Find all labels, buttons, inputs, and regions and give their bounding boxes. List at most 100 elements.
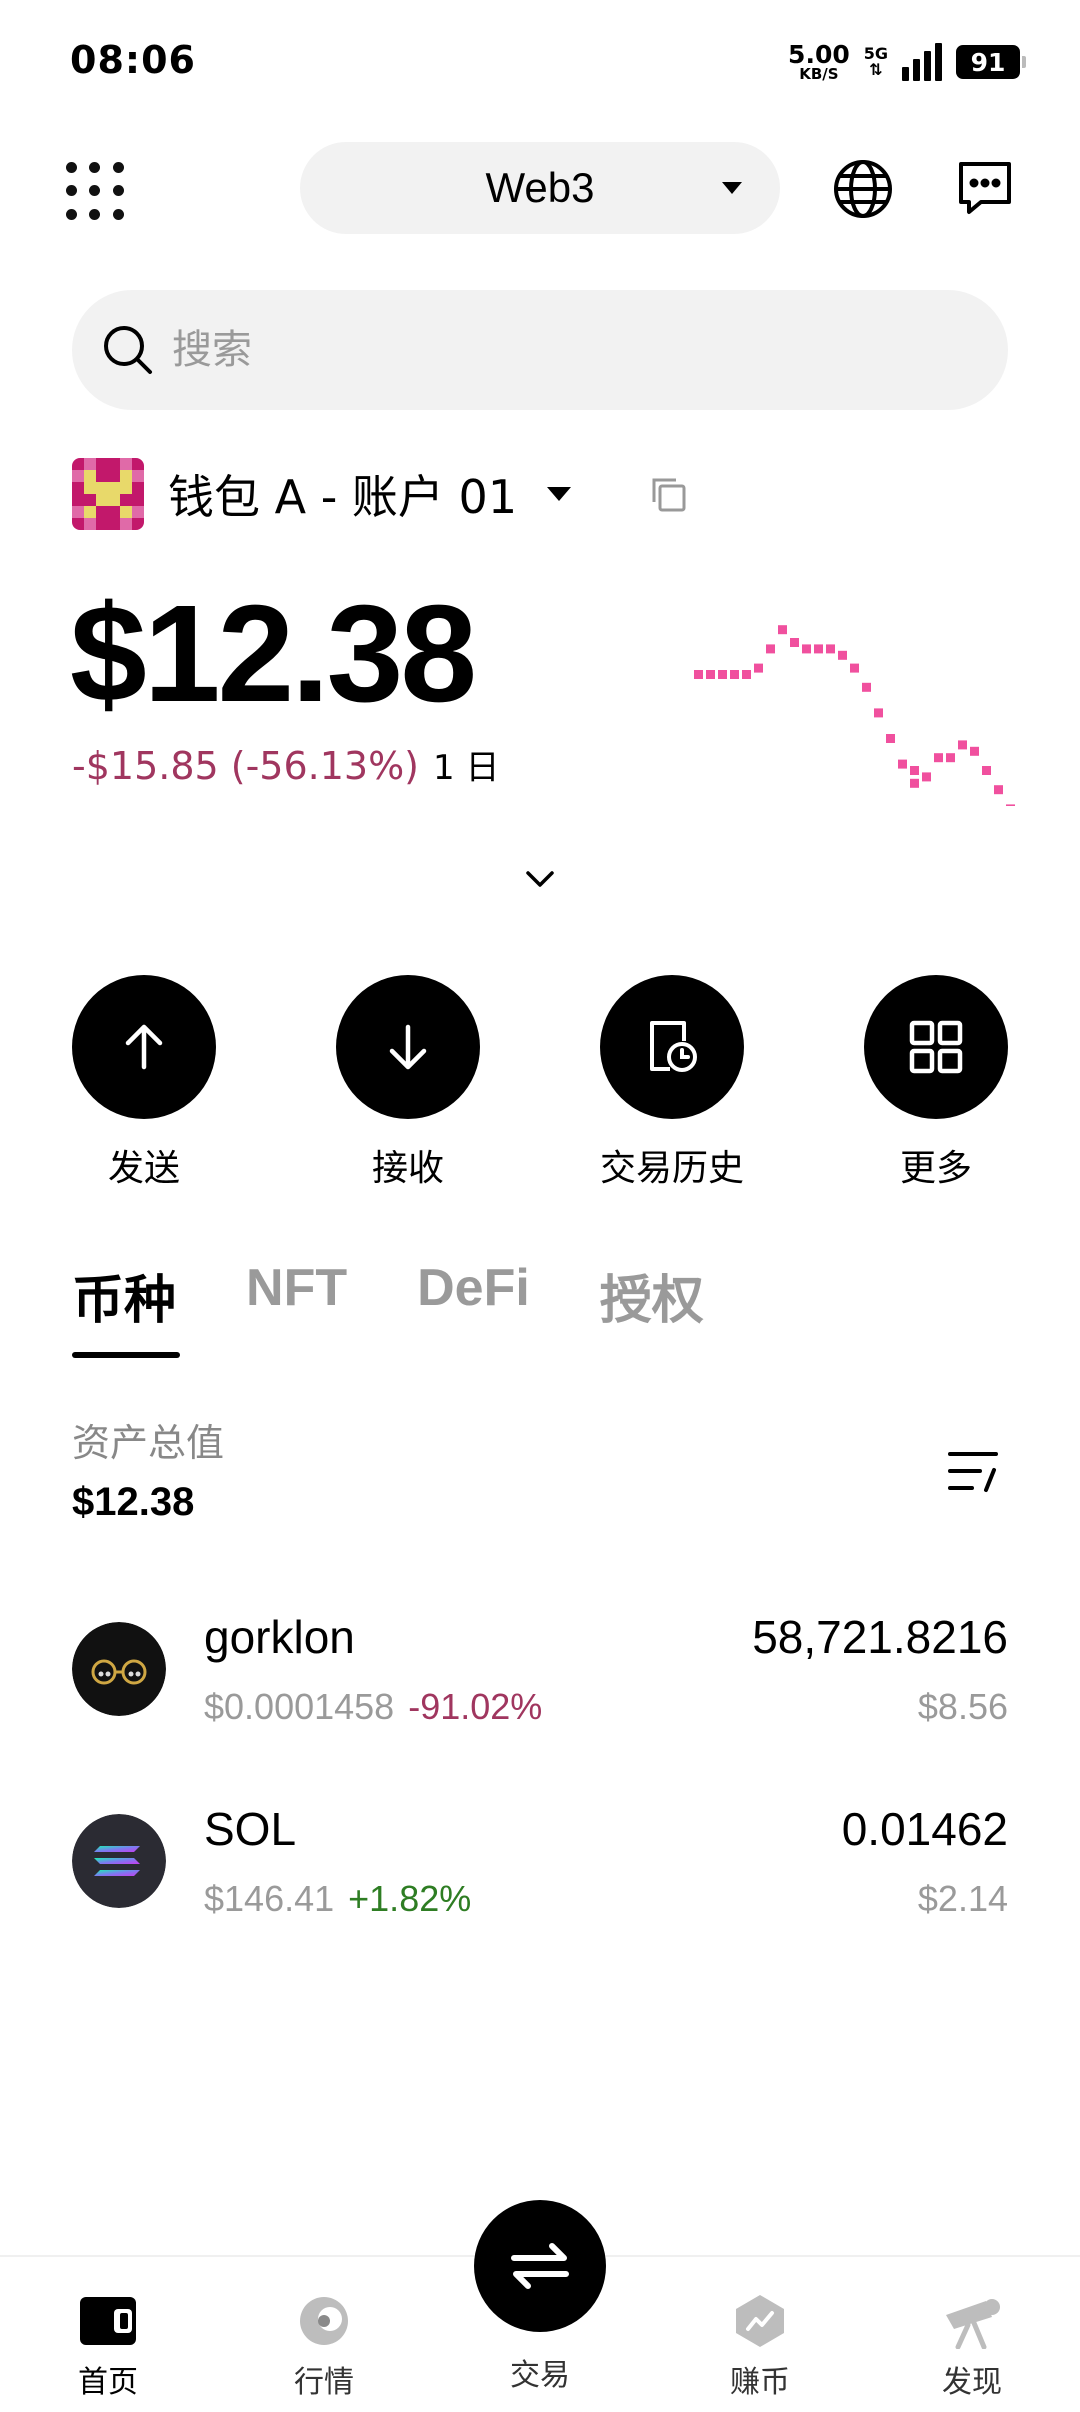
sparkline-point — [910, 766, 919, 775]
more-button[interactable]: 更多 — [861, 975, 1011, 1191]
status-bar: 08:06 5.00 KB/S 5G ⇅ 91 — [0, 0, 1080, 120]
token-row[interactable]: SOL $146.41 +1.82% 0.01462 $2.14 — [72, 1792, 1008, 1932]
sparkline-point — [826, 644, 835, 654]
send-label: 发送 — [107, 1148, 180, 1189]
sparkline-point — [754, 663, 763, 673]
nav-home-label: 首页 — [78, 2365, 138, 2400]
sparkline-point — [838, 650, 847, 660]
sparkline-point — [874, 708, 883, 718]
expand-chevron-icon[interactable] — [525, 868, 555, 890]
nav-home[interactable]: 首页 — [28, 2257, 188, 2412]
sparkline-point — [778, 625, 787, 635]
quick-actions: 发送 接收 交易历史 更多 — [72, 975, 1008, 1189]
history-button[interactable]: 交易历史 — [597, 975, 747, 1191]
token-usd-value: $8.56 — [917, 1686, 1008, 1727]
network-selector[interactable]: Web3 — [300, 142, 780, 234]
token-name: gorklon — [204, 1611, 355, 1663]
swap-icon — [511, 2243, 569, 2289]
balance-change-period[interactable]: 1 日 — [433, 740, 499, 789]
sort-icon[interactable] — [946, 1446, 1002, 1496]
nav-discover-label: 发现 — [942, 2365, 1002, 2400]
receive-label: 接收 — [371, 1148, 444, 1189]
grid-icon — [909, 1020, 963, 1074]
send-button[interactable]: 发送 — [69, 975, 219, 1191]
history-icon — [650, 1021, 697, 1072]
nav-market[interactable]: 行情 — [244, 2257, 404, 2412]
balance-change-value: -$15.85 (-56.13%) — [72, 744, 420, 788]
token-amount: 58,721.8216 — [752, 1611, 1008, 1663]
arrow-down-icon — [389, 1024, 427, 1070]
market-icon — [300, 2297, 348, 2345]
caret-down-icon — [547, 487, 572, 501]
earn-icon — [736, 2295, 784, 2347]
net-speed-unit: KB/S — [799, 65, 839, 83]
wallet-icon — [80, 2297, 136, 2345]
token-price-row: $146.41 +1.82% — [204, 1878, 471, 1920]
sparkline-point — [910, 778, 919, 788]
nav-market-label: 行情 — [294, 2365, 354, 2400]
account-selector[interactable]: 钱包 A - 账户 01 — [72, 456, 572, 532]
search-input[interactable] — [172, 320, 952, 380]
account-name: 钱包 A - 账户 01 — [168, 470, 518, 524]
trade-button[interactable] — [474, 2200, 606, 2332]
sparkline-point — [922, 772, 931, 782]
sparkline-point — [814, 644, 823, 654]
tab-tokens[interactable]: 币种 — [72, 1258, 181, 1358]
history-label: 交易历史 — [599, 1148, 744, 1189]
search-bar[interactable] — [72, 290, 1008, 410]
sparkline-point — [766, 644, 775, 654]
more-label: 更多 — [899, 1148, 972, 1189]
sparkline-point — [718, 670, 727, 679]
apps-menu-icon[interactable] — [66, 162, 126, 222]
token-price-row: $0.0001458 -91.02% — [204, 1686, 542, 1728]
nav-earn[interactable]: 赚币 — [680, 2257, 840, 2412]
sparkline-point — [742, 670, 751, 679]
token-row[interactable]: gorklon $0.0001458 -91.02% 58,721.8216 $… — [72, 1600, 1008, 1740]
total-assets-value: $12.38 — [72, 1480, 195, 1524]
sparkline-point — [850, 663, 859, 673]
sparkline-point — [790, 638, 799, 647]
sparkline-point — [934, 753, 943, 763]
data-arrows-icon: ⇅ — [869, 60, 883, 79]
total-balance: $12.38 — [70, 577, 477, 731]
nav-discover[interactable]: 发现 — [892, 2257, 1052, 2412]
gorklon-logo-icon — [72, 1622, 166, 1716]
token-name: SOL — [204, 1803, 297, 1855]
discover-icon — [946, 2299, 1000, 2349]
status-time: 08:06 — [70, 38, 196, 82]
sparkline-point — [946, 753, 955, 763]
sparkline-point — [802, 644, 811, 654]
balance-sparkline — [694, 625, 1015, 806]
sparkline-point — [958, 740, 967, 750]
sparkline-point — [898, 759, 907, 769]
search-icon — [104, 326, 152, 374]
tab-nft[interactable]: NFT — [246, 1258, 347, 1358]
sparkline-point — [862, 682, 871, 692]
token-change: +1.82% — [348, 1878, 472, 1919]
sparkline-point — [694, 670, 703, 679]
tab-approvals[interactable]: 授权 — [600, 1258, 704, 1358]
sparkline-point — [970, 746, 979, 756]
status-indicators: 5.00 KB/S 5G ⇅ 91 — [788, 40, 1026, 84]
receive-button[interactable]: 接收 — [333, 975, 483, 1191]
total-assets-label: 资产总值 — [72, 1421, 225, 1465]
network-selector-label: Web3 — [485, 164, 595, 211]
net-speed-value: 5.00 — [788, 40, 850, 69]
net-speed: 5.00 KB/S — [788, 42, 850, 82]
sparkline-point — [706, 670, 715, 679]
asset-tabs: 币种 NFT DeFi 授权 — [72, 1258, 704, 1358]
token-usd-value: $2.14 — [917, 1878, 1008, 1919]
battery-icon: 91 — [956, 45, 1026, 79]
nav-earn-label: 赚币 — [730, 2365, 790, 2400]
globe-icon[interactable] — [832, 158, 894, 220]
arrow-up-icon — [125, 1024, 163, 1070]
token-price: $0.0001458 — [204, 1686, 395, 1727]
balance-change: -$15.85 (-56.13%) 1 日 — [72, 740, 499, 789]
copy-icon[interactable] — [648, 474, 688, 514]
signal-icon — [902, 43, 942, 81]
sparkline-point — [982, 766, 991, 775]
tab-defi[interactable]: DeFi — [417, 1258, 530, 1358]
sparkline-point — [994, 785, 1003, 795]
message-icon[interactable] — [955, 158, 1015, 218]
sparkline-point — [730, 670, 739, 679]
